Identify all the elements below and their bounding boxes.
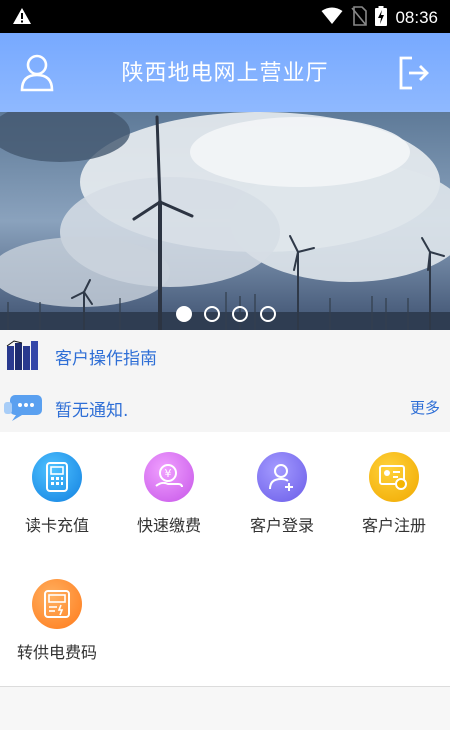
user-add-icon bbox=[257, 452, 307, 502]
transfer-electricity-code-button[interactable]: 转供电费码 bbox=[1, 559, 113, 662]
carousel-dot[interactable] bbox=[176, 306, 192, 322]
tile-label: 快速缴费 bbox=[136, 516, 201, 535]
card-recharge-button[interactable]: 读卡充值 bbox=[1, 432, 113, 535]
app-header: 陕西地电网上营业厅 bbox=[0, 33, 450, 112]
notice-row: 暂无通知. 更多 bbox=[0, 380, 450, 432]
carousel-dot[interactable] bbox=[260, 306, 276, 322]
status-time: 08:36 bbox=[395, 8, 438, 27]
no-sim-icon bbox=[351, 6, 368, 30]
books-icon bbox=[6, 338, 40, 376]
card-reader-icon bbox=[32, 452, 82, 502]
notice-more-link[interactable]: 更多 bbox=[410, 397, 440, 418]
logout-icon bbox=[399, 56, 429, 90]
bottom-area bbox=[0, 687, 450, 730]
tile-label: 客户登录 bbox=[249, 516, 314, 535]
wifi-icon bbox=[321, 7, 343, 29]
carousel-dot[interactable] bbox=[204, 306, 220, 322]
wind-turbine-banner-image bbox=[0, 112, 450, 330]
tile-label: 读卡充值 bbox=[24, 516, 89, 535]
carousel-dot[interactable] bbox=[232, 306, 248, 322]
svg-text:¥: ¥ bbox=[165, 467, 172, 480]
function-grid: 读卡充值 ¥ 快速缴费 客户登录 客户注册 转供电费码 bbox=[0, 432, 450, 684]
carousel-indicators bbox=[176, 306, 276, 322]
battery-charging-icon bbox=[375, 6, 388, 30]
tile-label: 客户注册 bbox=[361, 516, 426, 535]
page-title: 陕西地电网上营业厅 bbox=[121, 61, 329, 86]
customer-register-button[interactable]: 客户注册 bbox=[338, 432, 450, 535]
customer-guide-row[interactable]: 客户操作指南 bbox=[0, 330, 450, 380]
customer-login-button[interactable]: 客户登录 bbox=[226, 432, 338, 535]
customer-guide-link[interactable]: 客户操作指南 bbox=[55, 344, 157, 369]
logout-button[interactable] bbox=[398, 55, 430, 91]
banner-carousel[interactable] bbox=[0, 112, 450, 330]
notice-text: 暂无通知. bbox=[55, 401, 129, 421]
status-bar: 08:36 bbox=[0, 0, 450, 33]
tile-label: 转供电费码 bbox=[16, 643, 97, 662]
warning-icon bbox=[12, 7, 32, 29]
yuan-payment-icon: ¥ bbox=[144, 452, 194, 502]
chat-bubble-icon bbox=[4, 393, 44, 427]
quick-payment-button[interactable]: ¥ 快速缴费 bbox=[113, 432, 225, 535]
meter-icon bbox=[32, 579, 82, 629]
id-card-link-icon bbox=[369, 452, 419, 502]
